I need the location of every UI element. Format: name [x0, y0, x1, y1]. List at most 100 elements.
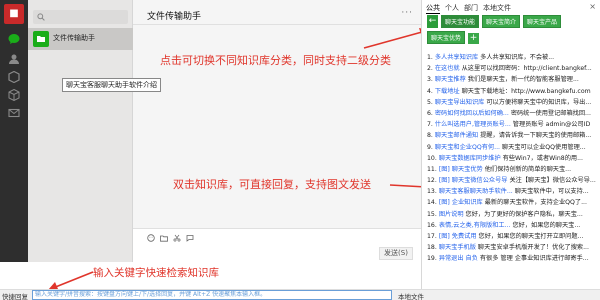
knowledge-item[interactable]: 3. 聊天宝推荐 我们是聊天宝，新一代的智能客服管理... — [427, 74, 599, 85]
item-number: 11. — [427, 165, 437, 173]
knowledge-item[interactable]: 11. [图] 聊天宝优势 他们保持创新的简单的聊天宝... — [427, 164, 599, 175]
knowledge-item[interactable]: 9. 聊天宝和企业QQ有何... 聊天宝可以企业QQ使用管理... — [427, 142, 599, 153]
annotation-bottom: 输入关键字快速检索知识库 — [93, 267, 219, 279]
item-title: 异常退出 自负 — [438, 255, 478, 263]
quick-reply-label: 快捷回复 — [2, 293, 28, 300]
item-title: 聊天宝导出知识库 — [434, 98, 485, 106]
item-number: 13. — [427, 188, 437, 196]
knowledge-panel: 公共 个人 部门 本地文件 × ← 聊天宝功能 聊天宝简介 聊天宝产品 聊天宝优… — [421, 0, 600, 289]
divider — [133, 24, 421, 25]
knowledge-item[interactable]: 8. 聊天宝邮件通知 提醒，请告诉我一下聊天宝的使用邮箱... — [427, 130, 599, 141]
knowledge-item[interactable]: 7. 什么叫选用户,管理员账号... 管理员账号 admin@公司ID — [427, 119, 599, 130]
item-number: 12. — [427, 177, 437, 185]
item-desc: 您好，如果您的聊天宝... — [512, 221, 581, 229]
annotation-middle: 双击知识库，可直接回复，支持图文发送 — [173, 178, 371, 191]
item-title: 什么叫选用户,管理员账号... — [434, 121, 511, 129]
contact-name: 文件传输助手 — [53, 34, 95, 42]
contact-item-file-transfer[interactable]: 文件传输助手 — [28, 28, 133, 50]
item-desc: 关注【聊天宝】微信公众号导... — [509, 177, 596, 185]
chat-bubble-icon[interactable] — [185, 233, 194, 242]
chat-title: 文件传输助手 — [147, 12, 202, 22]
item-desc: 可以方便将聊天宝中的知识库，导出... — [486, 98, 592, 106]
cube-icon[interactable] — [7, 88, 21, 102]
back-arrow-icon[interactable]: ← — [427, 15, 438, 28]
knowledge-item[interactable]: 14. [图] 企业知识库 最新的聊天宝软件，支持企业QQ了... — [427, 197, 599, 208]
contacts-icon[interactable] — [7, 52, 21, 66]
quick-reply-input[interactable]: 输入关键字/拼音搜索：按键盘方向键上/下/选择回复，并键 Alt+Z 快速聚焦本… — [32, 290, 392, 300]
composer[interactable]: 发送(S) — [133, 228, 421, 262]
knowledge-item[interactable]: 10. 聊天宝数据库同步维护 有些Win7，或者Win8的用... — [427, 153, 599, 164]
left-rail: ■ — [0, 0, 28, 300]
category-button-products[interactable]: 聊天宝产品 — [523, 15, 562, 28]
item-title: [图] 企业知识库 — [438, 199, 483, 207]
item-desc: 密码统一使用登记邮箱找回... — [510, 109, 591, 117]
mail-icon[interactable] — [7, 106, 21, 120]
search-box[interactable] — [33, 10, 128, 24]
close-icon[interactable]: × — [589, 2, 596, 11]
item-desc: 我们是聊天宝，新一代的智能客服管理... — [467, 76, 579, 84]
item-desc: 聊天宝软件中，可以支持... — [514, 188, 589, 196]
knowledge-item[interactable]: 2. 在这也就 从这里可以找回密码：http://client.bangkef.… — [427, 63, 599, 74]
tab-personal[interactable]: 个人 — [445, 3, 459, 14]
item-number: 1. — [427, 54, 433, 61]
tab-department[interactable]: 部门 — [464, 3, 478, 14]
category-buttons: ← 聊天宝功能 聊天宝简介 聊天宝产品 聊天宝优势 + — [427, 15, 597, 44]
knowledge-item[interactable]: 18. 聊天宝手机版 聊天宝安卓手机版开发了！优化了搜索... — [427, 242, 599, 253]
knowledge-item[interactable]: 16. 表情,云之类,有限版和工... 您好，如果您的聊天宝... — [427, 220, 599, 231]
chat-icon[interactable] — [7, 32, 21, 46]
item-title: 密码如何找回以后如何确... — [434, 109, 509, 117]
item-desc: 最新的聊天宝软件，支持企业QQ了... — [484, 199, 587, 207]
item-title: 在这也就 — [434, 65, 460, 73]
send-button[interactable]: 发送(S) — [379, 247, 413, 260]
scissors-icon[interactable] — [172, 233, 181, 242]
more-icon[interactable]: ··· — [401, 8, 413, 18]
knowledge-item[interactable]: 4. 下载地址 聊天宝下载地址：http://www.bangkefu.com — [427, 86, 599, 97]
item-number: 17. — [427, 233, 437, 240]
category-button-intro[interactable]: 聊天宝简介 — [482, 15, 521, 28]
box-icon[interactable] — [7, 70, 21, 84]
emoji-icon[interactable] — [146, 233, 155, 242]
knowledge-item[interactable]: 19. 异常退出 自负 有很多 管理 企事业知识库进行邮寄手... — [427, 253, 599, 264]
knowledge-item[interactable]: 5. 聊天宝导出知识库 可以方便将聊天宝中的知识库，导出... — [427, 97, 599, 108]
category-button-advantages[interactable]: 聊天宝优势 — [427, 31, 466, 44]
search-icon — [37, 13, 45, 21]
quick-reply-bar: 快捷回复 输入关键字/拼音搜索：按键盘方向键上/下/选择回复，并键 Alt+Z … — [0, 289, 600, 300]
item-number: 4. — [427, 87, 433, 95]
item-title: 表情,云之类,有限版和工... — [438, 221, 511, 229]
knowledge-item[interactable]: 17. [图] 免费试用 您好，如果您的聊天宝打开立即问题... — [427, 231, 599, 242]
avatar[interactable]: ■ — [4, 4, 24, 24]
folder-icon[interactable] — [159, 233, 168, 242]
item-title: 图片说明 — [438, 210, 464, 218]
tab-public[interactable]: 公共 — [426, 3, 440, 14]
knowledge-item[interactable]: 12. [图] 聊天宝微信公众号导 关注【聊天宝】微信公众号导... — [427, 175, 599, 186]
composer-toolbar — [146, 233, 194, 242]
item-title: [图] 聊天宝微信公众号导 — [438, 177, 508, 185]
item-title: 聊天宝手机版 — [438, 244, 476, 252]
tab-local-file[interactable]: 本地文件 — [483, 3, 511, 14]
search-input[interactable] — [47, 10, 125, 24]
item-title: [图] 免费试用 — [438, 233, 477, 240]
contact-list: 文件传输助手 — [28, 0, 133, 262]
local-file-label[interactable]: 本地文件 — [398, 291, 424, 300]
item-desc: 多人共享知识库，不会被... — [480, 54, 555, 61]
item-desc: 聊天宝可以企业QQ使用管理... — [501, 143, 586, 151]
knowledge-item[interactable]: 6. 密码如何找回以后如何确... 密码统一使用登记邮箱找回... — [427, 108, 599, 119]
tooltip: 聊天宝客服聊天助手软件介绍 — [62, 78, 161, 92]
item-desc: 您好，为了更好的保护客户隐私，聊天宝... — [465, 210, 583, 218]
knowledge-item[interactable]: 15. 图片说明 您好，为了更好的保护客户隐私，聊天宝... — [427, 209, 599, 220]
add-category-icon[interactable]: + — [468, 33, 480, 44]
knowledge-item[interactable]: 13. 聊天宝客服聊天助手软件... 聊天宝软件中，可以支持... — [427, 186, 599, 197]
item-number: 18. — [427, 244, 437, 252]
item-title: 下载地址 — [434, 87, 460, 95]
item-title: 多人共享知识库 — [434, 54, 479, 61]
item-number: 2. — [427, 65, 433, 73]
annotation-top: 点击可切换不同知识库分类，同时支持二级分类 — [160, 54, 391, 67]
item-number: 14. — [427, 199, 437, 207]
item-number: 6. — [427, 109, 433, 117]
item-number: 3. — [427, 76, 433, 84]
knowledge-item[interactable]: 1. 多人共享知识库 多人共享知识库，不会被... — [427, 52, 599, 63]
item-number: 7. — [427, 121, 433, 129]
category-button-features[interactable]: 聊天宝功能 — [441, 15, 480, 28]
item-desc: 您好，如果您的聊天宝打开立即问题... — [478, 233, 584, 240]
item-desc: 管理员账号 admin@公司ID — [512, 121, 591, 129]
